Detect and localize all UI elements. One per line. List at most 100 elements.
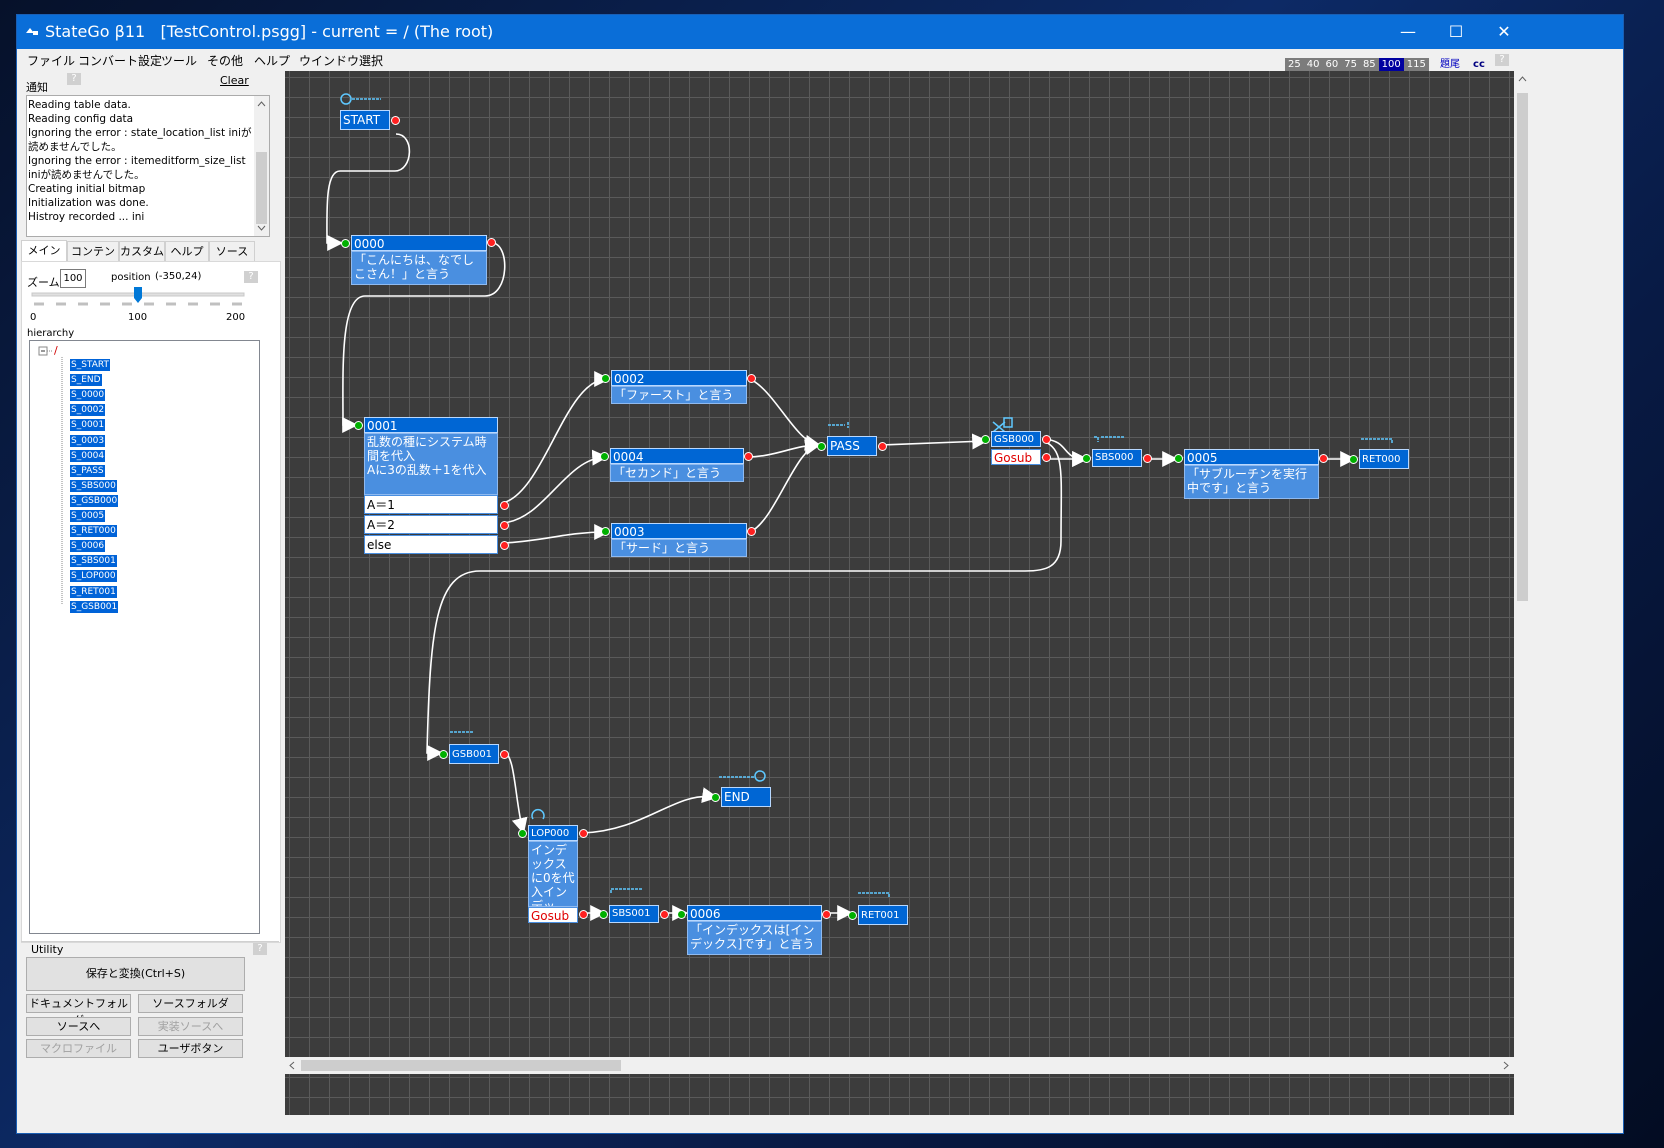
menu-file[interactable]: ファイル: [27, 52, 75, 69]
tab-contents[interactable]: コンテンツ: [67, 241, 119, 277]
menu-other[interactable]: その他: [207, 52, 243, 69]
node-lop000-gosub[interactable]: Gosub: [528, 907, 578, 923]
zoom-preset-85[interactable]: 85: [1359, 58, 1379, 72]
tree-item-s-pass[interactable]: S_PASS: [70, 464, 105, 477]
state-canvas[interactable]: START 0000 「こんにちは、なでしこさん！」と言う 0001 乱数の種に…: [285, 71, 1514, 1115]
node-0004-out-pin[interactable]: [744, 452, 753, 461]
node-0001-branch-else[interactable]: else: [364, 535, 498, 554]
canvas-vertical-scrollbar[interactable]: [1514, 71, 1531, 1115]
menu-help[interactable]: ヘルプ: [254, 52, 290, 69]
node-0005-in-pin[interactable]: [1174, 454, 1183, 463]
zoom-preset-115[interactable]: 115: [1403, 58, 1429, 72]
node-sbs000[interactable]: SBS000: [1082, 449, 1152, 467]
cc-label[interactable]: cc: [1473, 59, 1485, 70]
title-bar[interactable]: StateGo β11 [TestControl.psgg] - current…: [17, 15, 1623, 49]
menu-convert-settings[interactable]: コンバート設定: [78, 52, 162, 69]
menu-tools[interactable]: ツール: [161, 52, 197, 69]
node-0002-out-pin[interactable]: [747, 374, 756, 383]
tab-source[interactable]: ソース: [209, 241, 255, 261]
node-0006-out-pin[interactable]: [822, 910, 831, 919]
node-0001-in-pin[interactable]: [354, 421, 363, 430]
notification-help-icon[interactable]: ?: [67, 73, 81, 85]
canvas-horizontal-scrollbar[interactable]: [285, 1057, 1514, 1074]
node-start-out-pin[interactable]: [391, 116, 400, 125]
zoom-slider[interactable]: [26, 284, 252, 314]
hierarchy-tree[interactable]: / S_START S_END S_0000 S_0002 S_0001 S_0003 S_…: [29, 340, 260, 934]
tree-item-s-gsb001[interactable]: S_GSB001: [70, 600, 119, 613]
clear-link[interactable]: Clear: [220, 74, 249, 87]
tree-item-s-ret000[interactable]: S_RET000: [70, 525, 117, 538]
tree-item-s-0005[interactable]: S_0005: [70, 510, 106, 522]
node-ret000-in-pin[interactable]: [1349, 455, 1358, 464]
node-0006[interactable]: 0006 「インデックスは[インデックス]です」と言う: [677, 905, 831, 955]
tree-item-s-0004[interactable]: S_0004: [70, 449, 106, 462]
zoom-preset-25[interactable]: 25: [1285, 58, 1304, 72]
node-ret001-in-pin[interactable]: [848, 911, 857, 920]
tree-item-s-sbs000[interactable]: S_SBS000: [70, 479, 117, 492]
doc-folder-button[interactable]: ドキュメントフォルダ: [26, 994, 131, 1027]
zoom-preset-40[interactable]: 40: [1303, 58, 1323, 72]
node-lop000-gosub-pin[interactable]: [579, 910, 588, 919]
node-0003-in-pin[interactable]: [601, 527, 610, 536]
minimize-button[interactable]: —: [1383, 15, 1433, 49]
to-impl-source-button[interactable]: 実装ソースへ: [138, 1017, 243, 1036]
tree-item-s-gsb000[interactable]: S_GSB000: [70, 494, 119, 507]
tree-item-s-end[interactable]: S_END: [70, 374, 102, 387]
node-gsb000-in-pin[interactable]: [981, 435, 990, 444]
canvas-help-icon[interactable]: ?: [1495, 54, 1509, 66]
node-0000-out-pin[interactable]: [487, 238, 496, 247]
tree-item-s-lop000[interactable]: S_LOP000: [70, 570, 117, 583]
maximize-button[interactable]: ☐: [1431, 15, 1481, 49]
utility-help-icon[interactable]: ?: [253, 943, 267, 955]
node-0000-in-pin[interactable]: [341, 239, 350, 248]
node-ret001[interactable]: RET001: [848, 905, 908, 925]
node-ret000[interactable]: RET000: [1349, 449, 1409, 469]
tree-item-s-0001[interactable]: S_0001: [70, 419, 106, 432]
node-0000[interactable]: 0000 「こんにちは、なでしこさん！」と言う: [341, 235, 496, 285]
tree-item-s-0000[interactable]: S_0000: [70, 389, 106, 402]
node-0002-in-pin[interactable]: [601, 374, 610, 383]
node-end[interactable]: END: [711, 787, 771, 807]
node-gsb000-gosub-pin[interactable]: [1042, 453, 1051, 462]
zoom-slider-thumb[interactable]: [134, 287, 142, 303]
zoom-preset-75[interactable]: 75: [1341, 58, 1360, 72]
tab-custom[interactable]: カスタム: [119, 241, 165, 261]
node-0005[interactable]: 0005 「サブルーチンを実行中です」と言う: [1174, 449, 1328, 499]
node-lop000[interactable]: LOP000 インデックスに0を代入インデッ Gosub: [518, 825, 588, 923]
node-sbs001[interactable]: SBS001: [599, 905, 669, 923]
node-0001-out-pin-2[interactable]: [500, 521, 509, 530]
menu-window-select[interactable]: ウインドウ選択: [299, 52, 383, 69]
node-sbs001-in-pin[interactable]: [599, 910, 608, 919]
tree-item-s-0006[interactable]: S_0006: [70, 540, 106, 553]
node-0001-out-pin-1[interactable]: [500, 501, 509, 510]
to-source-button[interactable]: ソースへ: [26, 1017, 131, 1036]
node-0001-branch-2[interactable]: A＝2: [364, 515, 498, 534]
tab-help[interactable]: ヘルプ: [165, 241, 209, 261]
close-button[interactable]: ✕: [1479, 15, 1529, 49]
node-0003[interactable]: 0003 「サード」と言う: [601, 523, 756, 558]
tab-main[interactable]: メイン: [21, 240, 67, 262]
node-gsb001[interactable]: GSB001: [439, 744, 509, 764]
macro-file-button[interactable]: マクロファイル: [26, 1039, 131, 1058]
tree-item-s-start[interactable]: S_START: [70, 359, 110, 371]
notification-log[interactable]: Reading table data. Reading config data …: [26, 95, 270, 237]
node-end-in-pin[interactable]: [711, 793, 720, 802]
zoom-preset-60[interactable]: 60: [1322, 58, 1342, 72]
tree-item-s-0002[interactable]: S_0002: [70, 404, 106, 417]
node-0004-in-pin[interactable]: [600, 452, 609, 461]
tree-item-s-0003[interactable]: S_0003: [70, 434, 106, 447]
node-0001-branch-1[interactable]: A＝1: [364, 495, 498, 514]
tree-root[interactable]: /: [54, 344, 58, 357]
node-0001-out-pin-3[interactable]: [500, 541, 509, 550]
zoom-help-icon[interactable]: ?: [244, 271, 258, 283]
node-0003-out-pin[interactable]: [747, 527, 756, 536]
node-0006-in-pin[interactable]: [677, 910, 686, 919]
node-sbs000-out-pin[interactable]: [1143, 454, 1152, 463]
node-gsb001-out-pin[interactable]: [500, 750, 509, 759]
node-pass[interactable]: PASS: [817, 436, 887, 456]
tree-item-s-ret001[interactable]: S_RET001: [70, 585, 117, 598]
zoom-extra-label[interactable]: 題尾: [1440, 59, 1460, 70]
node-sbs001-out-pin[interactable]: [660, 910, 669, 919]
node-gsb000-gosub[interactable]: Gosub: [991, 449, 1041, 465]
save-convert-button[interactable]: 保存と変換(Ctrl+S): [26, 957, 245, 991]
